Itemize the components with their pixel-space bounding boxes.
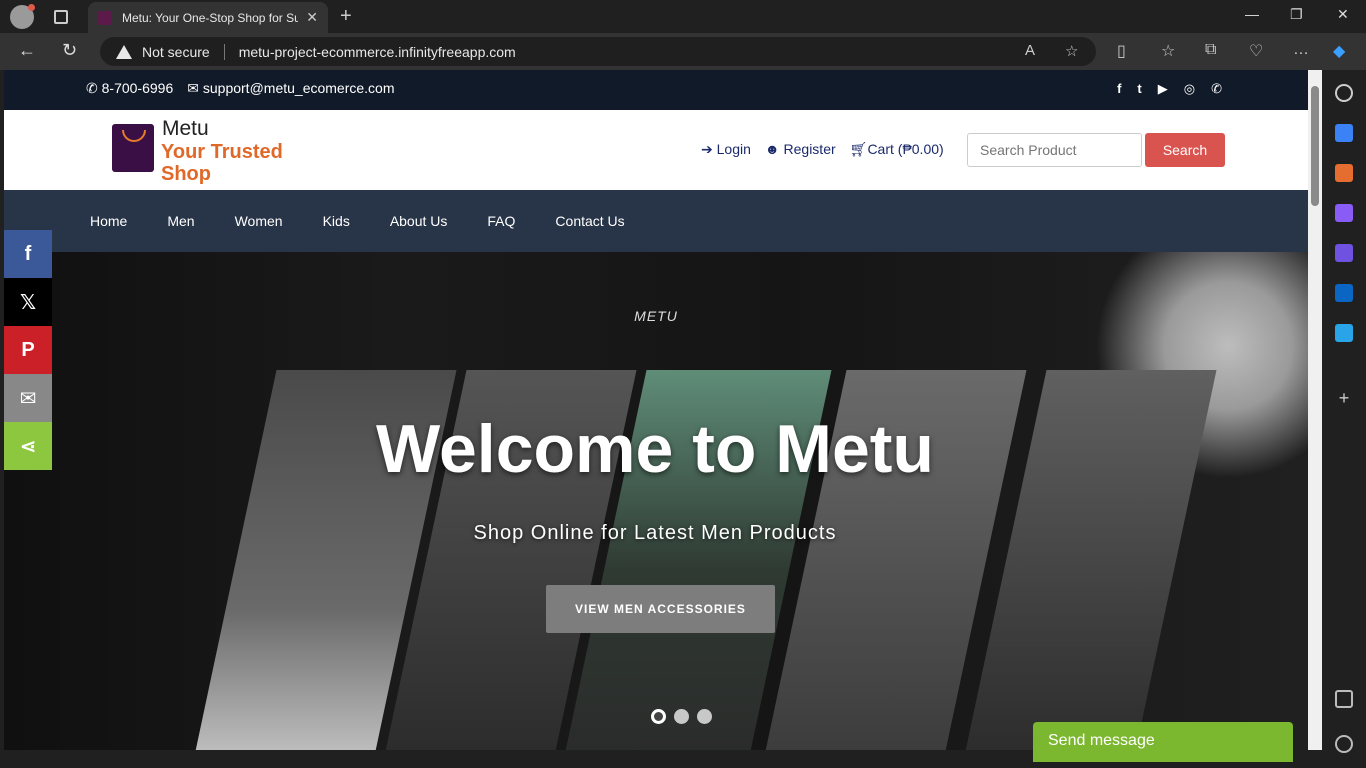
sidebar-outlook-icon[interactable] [1335,284,1353,302]
sidebar-send-icon[interactable] [1335,324,1353,342]
top-contact-bar: ✆ 8-700-6996 ✉ support@metu_ecomerce.com… [4,70,1308,110]
logo-name[interactable]: Metu [162,117,209,141]
instagram-icon[interactable]: ◎ [1184,81,1195,97]
login-icon: ➔ [701,141,717,157]
collections-icon[interactable]: ⧉ [1205,41,1216,59]
profile-avatar[interactable] [10,3,35,29]
hero-carousel: METU Welcome to Metu Shop Online for Lat… [4,252,1308,750]
share-more-button[interactable]: ⋖ [4,422,52,470]
carousel-dot[interactable] [674,709,689,724]
x-icon: 𝕏 [19,291,37,314]
restore-icon[interactable]: ❐ [1290,6,1303,23]
facebook-icon: f [24,242,32,265]
carousel-dot[interactable] [651,709,666,724]
sidebar-tools-icon[interactable] [1335,164,1353,182]
share-icon: ⋖ [19,435,37,458]
email-address: support@metu_ecomerce.com [202,80,395,96]
register-link[interactable]: ☻ Register [765,141,836,158]
nav-item-men[interactable]: Men [167,213,194,229]
address-bar[interactable]: Not secure metu-project-ecommerce.infini… [100,37,1096,66]
sidebar-copilot-icon[interactable] [1335,244,1353,262]
new-tab-icon[interactable]: + [340,5,352,28]
share-email-button[interactable]: ✉ [4,374,52,422]
split-screen-icon[interactable]: ▯ [1117,41,1126,61]
sidebar-games-icon[interactable] [1335,204,1353,222]
nav-item-faq[interactable]: FAQ [487,213,515,229]
nav-item-contact[interactable]: Contact Us [555,213,624,229]
nav-item-kids[interactable]: Kids [323,213,350,229]
page-scrollbar[interactable] [1308,70,1322,750]
hero-title: Welcome to Metu [376,411,934,487]
favorites-icon[interactable]: ☆ [1161,41,1175,61]
carousel-indicators [651,709,712,724]
email-contact[interactable]: ✉ support@metu_ecomerce.com [187,80,394,97]
page-viewport: ✆ 8-700-6996 ✉ support@metu_ecomerce.com… [4,70,1308,750]
phone-contact[interactable]: ✆ 8-700-6996 [86,80,173,97]
sidebar-shopping-icon[interactable] [1335,124,1353,142]
email-icon: ✉ [19,387,37,410]
tab-title: Metu: Your One-Stop Shop for Su [122,10,299,25]
share-x-button[interactable]: 𝕏 [4,278,52,326]
refresh-icon[interactable]: ↻ [62,40,77,61]
back-icon[interactable]: ← [18,40,36,61]
main-nav: Home Men Women Kids About Us FAQ Contact… [4,190,1308,252]
performance-icon[interactable]: ♡ [1249,41,1263,61]
security-label[interactable]: Not secure [142,44,210,60]
nav-item-about[interactable]: About Us [390,213,448,229]
youtube-icon[interactable]: ▶ [1158,81,1168,97]
facebook-icon[interactable]: f [1117,81,1121,97]
search-input[interactable] [967,133,1142,167]
copilot-icon[interactable]: ◆ [1333,41,1345,61]
logo-bag-icon[interactable] [112,124,154,172]
cart-icon: 🛒︎ [849,141,868,157]
sidebar-search-icon[interactable] [1335,84,1353,102]
scroll-thumb[interactable] [1311,86,1319,206]
browser-tab[interactable]: Metu: Your One-Stop Shop for Su ✕ [88,2,328,33]
warning-icon [116,44,132,59]
cart-link[interactable]: 🛒︎Cart (₱0.00) [850,141,944,158]
url-text[interactable]: metu-project-ecommerce.infinityfreeapp.c… [239,44,516,60]
sidebar-settings-icon[interactable] [1335,735,1353,753]
pinterest-icon: P [21,338,35,361]
nav-item-home[interactable]: Home [90,213,127,229]
close-window-icon[interactable]: ✕ [1337,6,1349,23]
search-button[interactable]: Search [1145,133,1225,167]
tab-actions-icon[interactable] [54,9,68,24]
site-header: Metu Your Trusted Shop ➔ Login ☻ Registe… [4,110,1308,190]
share-pinterest-button[interactable]: P [4,326,52,374]
envelope-icon: ✉ [187,80,203,96]
logo-tagline[interactable]: Your Trusted Shop [161,141,301,185]
login-link[interactable]: ➔ Login [701,141,751,158]
login-label: Login [716,141,751,157]
twitter-icon[interactable]: t [1137,81,1141,97]
hero-subtitle: Shop Online for Latest Men Products [473,522,837,544]
share-facebook-button[interactable]: f [4,230,52,278]
phone-number: 8-700-6996 [101,80,174,96]
address-divider [223,43,225,60]
whatsapp-icon[interactable]: ✆ [1211,81,1222,97]
cart-label: Cart (₱0.00) [867,141,944,157]
tab-favicon-icon [98,10,112,25]
minimize-icon[interactable]: — [1245,6,1259,22]
favorite-star-icon[interactable]: ☆ [1065,42,1078,60]
send-message-chat-button[interactable]: Send message [1033,722,1293,762]
sidebar-screenshot-icon[interactable] [1335,690,1353,708]
more-menu-icon[interactable]: … [1293,41,1309,59]
nav-item-women[interactable]: Women [235,213,283,229]
read-aloud-icon[interactable]: A [1025,42,1035,59]
hero-kicker: METU [634,308,678,324]
register-label: Register [783,141,836,157]
carousel-dot[interactable] [697,709,712,724]
view-men-accessories-button[interactable]: VIEW MEN ACCESSORIES [546,585,775,633]
user-plus-icon: ☻ [764,141,784,157]
tab-close-icon[interactable]: ✕ [306,9,318,26]
sidebar-add-icon[interactable]: + [1335,388,1353,408]
phone-icon: ✆ [86,80,102,96]
